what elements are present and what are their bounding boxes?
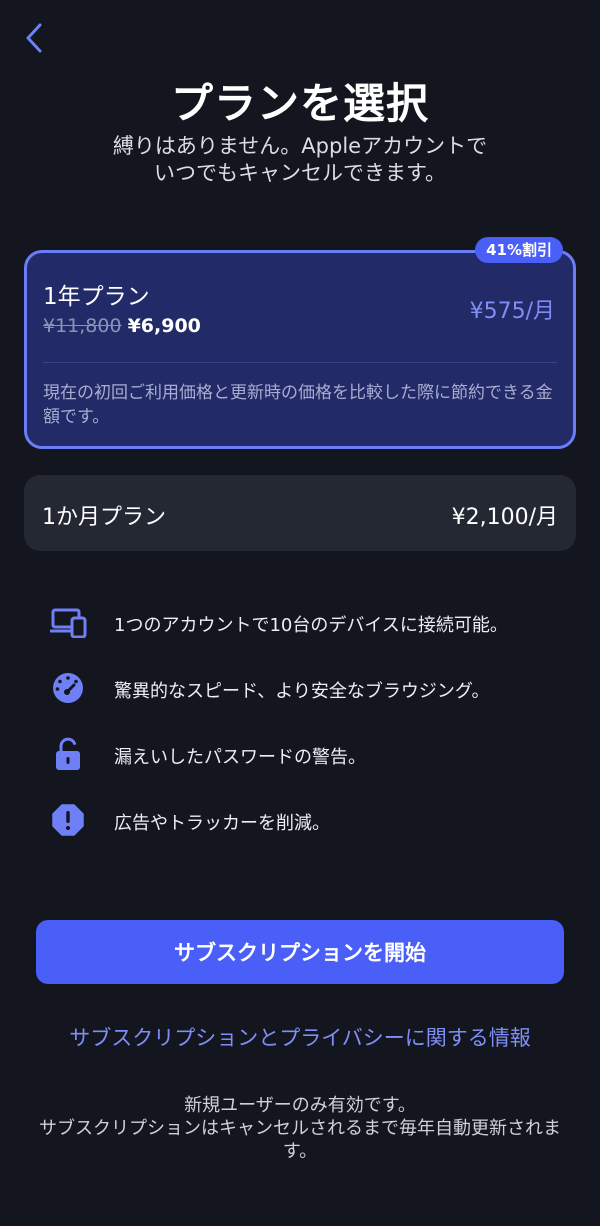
monthly-plan-price: ¥2,100/月 — [451, 505, 558, 530]
yearly-plan-name: 1年プラン — [43, 284, 150, 310]
monthly-plan-name: 1か月プラン — [42, 505, 166, 530]
start-subscription-button[interactable]: サブスクリプションを開始 — [36, 920, 564, 984]
footer-line-2: サブスクリプションはキャンセルされるまで毎年自動更新されます。 — [39, 1118, 561, 1162]
feature-text: 1つのアカウントで10台のデバイスに接続可能。 — [114, 615, 508, 636]
feature-text: 広告やトラッカーを削減。 — [114, 813, 330, 834]
yearly-price-row: ¥11,800 ¥6,900 — [43, 315, 201, 337]
warning-octagon-icon — [50, 800, 94, 840]
feature-text: 漏えいしたパスワードの警告。 — [114, 747, 366, 768]
subtitle-line-2: いつでもキャンセルできます。 — [154, 161, 446, 185]
feature-item: 漏えいしたパスワードの警告。 — [50, 734, 570, 800]
page-title: プランを選択 — [170, 79, 429, 128]
plan-selection-screen: プランを選択 縛りはありません。Appleアカウントで いつでもキャンセルできま… — [0, 0, 600, 1226]
feature-item: 驚異的なスピード、より安全なブラウジング。 — [50, 668, 570, 734]
discount-badge: 41%割引 — [475, 237, 563, 263]
yearly-monthly-price: ¥575/月 — [469, 299, 555, 324]
feature-item: 1つのアカウントで10台のデバイスに接続可能。 — [50, 602, 570, 668]
feature-list: 1つのアカウントで10台のデバイスに接続可能。 驚異的なスピード、より安全なブラ… — [50, 602, 570, 866]
footer-line-1: 新規ユーザーのみ有効です。 — [184, 1095, 416, 1116]
plan-divider — [43, 362, 557, 363]
yearly-plan-card[interactable]: 41%割引 1年プラン ¥11,800 ¥6,900 ¥575/月 現在の初回ご利… — [24, 237, 576, 449]
footer-disclaimer: 新規ユーザーのみ有効です。 サブスクリプションはキャンセルされるまで毎年自動更新… — [30, 1094, 570, 1163]
yearly-new-price: ¥6,900 — [127, 315, 201, 337]
yearly-plan-note: 現在の初回ご利用価格と更新時の価格を比較した際に節約できる金額です。 — [43, 383, 553, 427]
page-subtitle: 縛りはありません。Appleアカウントで いつでもキャンセルできます。 — [60, 133, 540, 187]
yearly-old-price: ¥11,800 — [43, 315, 122, 337]
feature-item: 広告やトラッカーを削減。 — [50, 800, 570, 866]
feature-text: 驚異的なスピード、より安全なブラウジング。 — [114, 681, 490, 702]
subtitle-line-1: 縛りはありません。Appleアカウントで — [112, 134, 488, 158]
speedometer-icon — [50, 668, 94, 708]
back-button[interactable] — [14, 18, 54, 58]
subscription-privacy-link[interactable]: サブスクリプションとプライバシーに関する情報 — [0, 1022, 600, 1052]
devices-icon — [50, 602, 94, 642]
chevron-left-icon — [26, 23, 42, 53]
monthly-plan-card[interactable]: 1か月プラン ¥2,100/月 — [24, 475, 576, 551]
unlocked-padlock-icon — [50, 734, 94, 774]
